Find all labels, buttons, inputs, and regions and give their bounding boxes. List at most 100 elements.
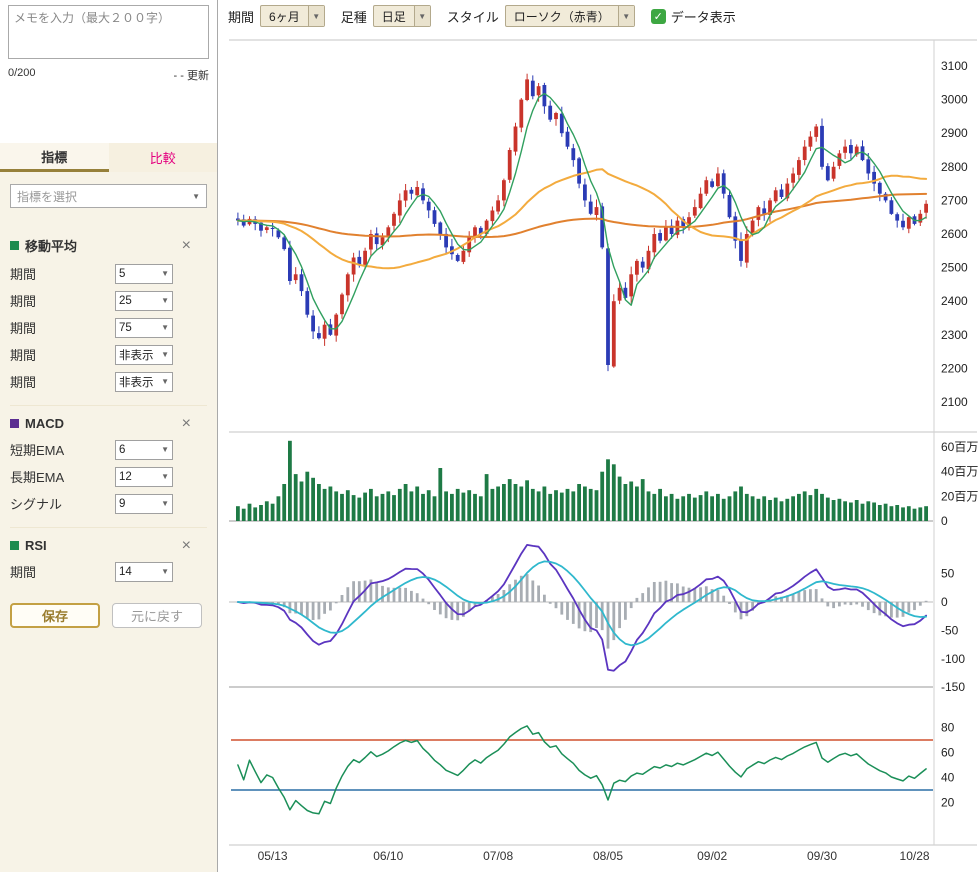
chevron-down-icon: ▼ [192, 192, 200, 201]
macd-panel [237, 545, 928, 671]
chevron-down-icon: ▼ [161, 377, 169, 386]
macd-row-slow: 長期EMA 12 ▼ [10, 463, 207, 490]
svg-text:-50: -50 [941, 623, 959, 637]
svg-text:09/30: 09/30 [807, 849, 837, 863]
sidebar-tabs: 指標 比較 [0, 143, 217, 172]
svg-text:50: 50 [941, 567, 955, 581]
svg-text:60: 60 [941, 746, 955, 760]
period-label: 期間 [228, 7, 254, 26]
svg-text:20百万: 20百万 [941, 489, 978, 503]
memo-counter: 0/200 [8, 67, 36, 83]
chevron-down-icon: ▼ [161, 567, 169, 576]
close-icon[interactable]: × [182, 239, 191, 253]
memo-updated: - - 更新 [174, 67, 209, 83]
ma-period-2-select[interactable]: 25 ▼ [115, 291, 173, 311]
svg-text:2900: 2900 [941, 126, 968, 140]
indicator-select[interactable]: 指標を選択 ▼ [10, 184, 207, 208]
chevron-down-icon: ▼ [161, 269, 169, 278]
svg-text:10/28: 10/28 [900, 849, 930, 863]
section-title: RSI [25, 538, 47, 553]
indicator-color-chip [10, 241, 19, 250]
data-display-checkbox[interactable]: ✓ [651, 9, 666, 24]
candlesticks [236, 74, 928, 371]
ma-row-4: 期間 非表示 ▼ [10, 341, 207, 368]
chevron-down-icon: ▼ [161, 445, 169, 454]
svg-text:2500: 2500 [941, 261, 968, 275]
svg-text:2800: 2800 [941, 160, 968, 174]
section-moving-average: 移動平均 × 期間 5 ▼ 期間 25 ▼ 期間 75 [10, 226, 207, 395]
volume-bars [236, 441, 928, 521]
bar-type-label: 足種 [341, 7, 367, 26]
svg-text:2300: 2300 [941, 328, 968, 342]
period-select[interactable]: 6ヶ月 ▼ [260, 5, 325, 27]
svg-text:0: 0 [941, 595, 948, 609]
section-macd: MACD × 短期EMA 6 ▼ 長期EMA 12 ▼ シグナル [10, 405, 207, 517]
svg-text:2600: 2600 [941, 227, 968, 241]
macd-signal-select[interactable]: 9 ▼ [115, 494, 173, 514]
close-icon[interactable]: × [182, 539, 191, 553]
style-label: スタイル [447, 7, 499, 26]
indicator-color-chip [10, 419, 19, 428]
axis-labels: 2100 2200 2300 2400 2500 2600 2700 2800 2900 3000… [258, 59, 979, 863]
memo-section: 0/200 - - 更新 [0, 0, 217, 83]
macd-row-fast: 短期EMA 6 ▼ [10, 436, 207, 463]
rsi-row-period: 期間 14 ▼ [10, 558, 207, 585]
svg-text:40: 40 [941, 771, 955, 785]
style-select[interactable]: ローソク（赤青） ▼ [505, 5, 635, 27]
svg-text:20: 20 [941, 796, 955, 810]
macd-fast-select[interactable]: 6 ▼ [115, 440, 173, 460]
ma-period-1-select[interactable]: 5 ▼ [115, 264, 173, 284]
svg-text:06/10: 06/10 [373, 849, 403, 863]
section-title: MACD [25, 416, 64, 431]
ma-period-4-select[interactable]: 非表示 ▼ [115, 345, 173, 365]
macd-row-signal: シグナル 9 ▼ [10, 490, 207, 517]
tab-indicators[interactable]: 指標 [0, 143, 109, 172]
svg-text:80: 80 [941, 721, 955, 735]
save-button[interactable]: 保存 [10, 603, 100, 628]
chevron-down-icon: ▼ [161, 323, 169, 332]
section-rsi: RSI × 期間 14 ▼ [10, 527, 207, 585]
chevron-down-icon: ▼ [414, 6, 430, 26]
svg-text:60百万: 60百万 [941, 440, 978, 454]
ma-row-3: 期間 75 ▼ [10, 314, 207, 341]
panel-separators [229, 40, 977, 845]
chevron-down-icon: ▼ [161, 499, 169, 508]
ma-row-2: 期間 25 ▼ [10, 287, 207, 314]
rsi-panel [231, 726, 933, 814]
chevron-down-icon: ▼ [161, 296, 169, 305]
svg-text:-100: -100 [941, 652, 965, 666]
svg-text:05/13: 05/13 [258, 849, 288, 863]
svg-text:0: 0 [941, 514, 948, 528]
svg-text:2700: 2700 [941, 193, 968, 207]
stock-chart[interactable]: 2100 2200 2300 2400 2500 2600 2700 2800 2900 3000… [219, 0, 979, 872]
indicator-panel: 指標を選択 ▼ 移動平均 × 期間 5 ▼ 期間 25 ▼ [0, 172, 217, 872]
data-display-label: データ表示 [671, 7, 736, 26]
svg-text:2200: 2200 [941, 361, 968, 375]
chevron-down-icon: ▼ [161, 350, 169, 359]
ma-period-3-select[interactable]: 75 ▼ [115, 318, 173, 338]
svg-text:-150: -150 [941, 680, 965, 694]
chart-area: 期間 6ヶ月 ▼ 足種 日足 ▼ スタイル ローソク（赤青） ▼ ✓ データ表示… [219, 0, 979, 872]
chevron-down-icon: ▼ [161, 472, 169, 481]
svg-text:3100: 3100 [941, 59, 968, 73]
svg-text:3000: 3000 [941, 93, 968, 107]
chevron-down-icon: ▼ [618, 6, 634, 26]
sidebar: 0/200 - - 更新 指標 比較 指標を選択 ▼ 移動平均 × 期間 5 ▼ [0, 0, 218, 872]
ma-row-1: 期間 5 ▼ [10, 260, 207, 287]
memo-input[interactable] [8, 5, 209, 59]
tab-compare[interactable]: 比較 [109, 143, 218, 172]
rsi-period-select[interactable]: 14 ▼ [115, 562, 173, 582]
ma-period-5-select[interactable]: 非表示 ▼ [115, 372, 173, 392]
svg-text:09/02: 09/02 [697, 849, 727, 863]
svg-text:2100: 2100 [941, 395, 968, 409]
svg-text:2400: 2400 [941, 294, 968, 308]
chart-toolbar: 期間 6ヶ月 ▼ 足種 日足 ▼ スタイル ローソク（赤青） ▼ ✓ データ表示 [219, 0, 979, 32]
reset-button[interactable]: 元に戻す [112, 603, 202, 628]
bar-type-select[interactable]: 日足 ▼ [373, 5, 431, 27]
svg-text:40百万: 40百万 [941, 465, 978, 479]
macd-slow-select[interactable]: 12 ▼ [115, 467, 173, 487]
indicator-color-chip [10, 541, 19, 550]
close-icon[interactable]: × [182, 417, 191, 431]
check-icon: ✓ [654, 10, 663, 23]
ma-row-5: 期間 非表示 ▼ [10, 368, 207, 395]
